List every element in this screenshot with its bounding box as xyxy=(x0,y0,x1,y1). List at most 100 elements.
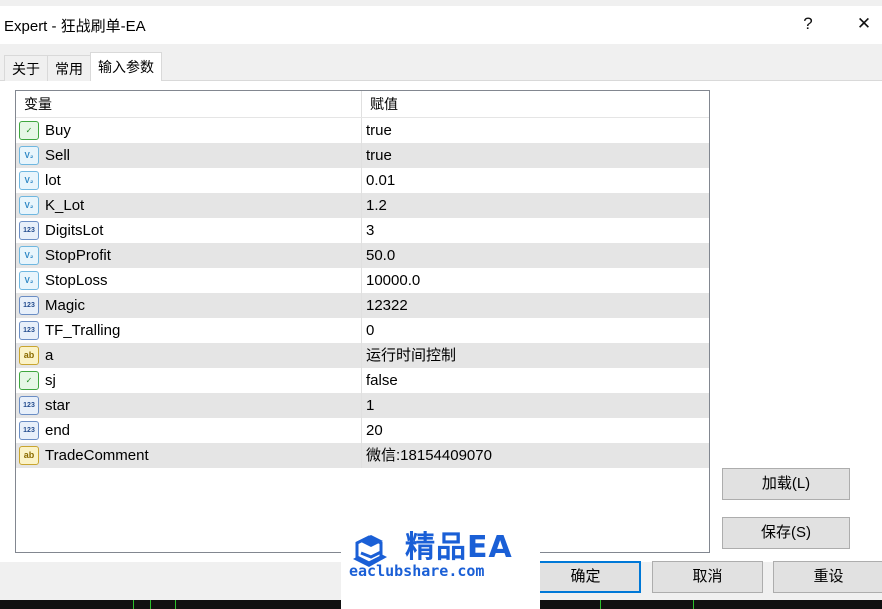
load-button[interactable]: 加载(L) xyxy=(722,468,850,500)
variable-name: TF_Tralling xyxy=(45,322,121,339)
watermark-url: eaclubshare.com xyxy=(349,562,485,580)
bool-icon: ✓ xyxy=(19,371,39,390)
value-cell[interactable]: 微信:18154409070 xyxy=(362,443,709,468)
table-row[interactable]: V₂ K_Lot 1.2 xyxy=(16,193,709,218)
tab-about[interactable]: 关于 xyxy=(4,55,48,81)
value-cell[interactable]: 10000.0 xyxy=(362,268,709,293)
table-row[interactable]: 123 Magic 12322 xyxy=(16,293,709,318)
table-row[interactable]: 123 TF_Tralling 0 xyxy=(16,318,709,343)
variable-cell: 123 DigitsLot xyxy=(16,218,362,243)
value-cell[interactable]: 0.01 xyxy=(362,168,709,193)
value-cell[interactable]: 0 xyxy=(362,318,709,343)
table-row[interactable]: V₂ lot 0.01 xyxy=(16,168,709,193)
table-row[interactable]: ✓ sj false xyxy=(16,368,709,393)
parameters-table: 变量 赋值 ✓ Buy true V₂ Sell true V₂ lot 0.01 V₂ K_Lot… xyxy=(15,90,710,553)
variable-name: star xyxy=(45,397,71,414)
column-header-value[interactable]: 赋值 xyxy=(362,91,709,117)
ok-button-label: 确定 xyxy=(570,568,601,585)
variable-name: lot xyxy=(45,172,61,189)
variable-cell: V₂ Sell xyxy=(16,143,362,168)
variable-cell: V₂ lot xyxy=(16,168,362,193)
title-bar: Expert - 狂战刷单-EA ? ✕ xyxy=(0,6,882,44)
variable-name: StopProfit xyxy=(45,247,111,264)
string-icon: ab xyxy=(19,346,39,365)
load-button-label: 加载(L) xyxy=(761,475,811,492)
reset-button-label: 重设 xyxy=(813,568,844,585)
double-icon: V₂ xyxy=(19,171,39,190)
variable-name: Buy xyxy=(45,122,71,139)
variable-cell: 123 end xyxy=(16,418,362,443)
value-cell[interactable]: true xyxy=(362,143,709,168)
int-icon: 123 xyxy=(19,296,39,315)
table-row[interactable]: V₂ StopLoss 10000.0 xyxy=(16,268,709,293)
variable-name: K_Lot xyxy=(45,197,85,214)
value-cell[interactable]: 20 xyxy=(362,418,709,443)
table-row[interactable]: V₂ Sell true xyxy=(16,143,709,168)
double-icon: V₂ xyxy=(19,271,39,290)
table-header: 变量 赋值 xyxy=(16,91,709,118)
variable-cell: V₂ StopLoss xyxy=(16,268,362,293)
variable-name: StopLoss xyxy=(45,272,108,289)
watermark: 精品EA eaclubshare.com xyxy=(341,517,540,609)
table-row[interactable]: 123 star 1 xyxy=(16,393,709,418)
variable-name: end xyxy=(45,422,71,439)
value-cell[interactable]: 1 xyxy=(362,393,709,418)
double-icon: V₂ xyxy=(19,246,39,265)
table-row[interactable]: 123 end 20 xyxy=(16,418,709,443)
ok-button[interactable]: 确定 xyxy=(530,561,641,593)
int-icon: 123 xyxy=(19,396,39,415)
cancel-button-label: 取消 xyxy=(692,568,723,585)
close-button[interactable]: ✕ xyxy=(852,12,876,36)
variable-name: Sell xyxy=(45,147,71,164)
chart-line xyxy=(693,600,694,609)
bool-icon: ✓ xyxy=(19,121,39,140)
variable-cell: V₂ K_Lot xyxy=(16,193,362,218)
chart-line xyxy=(150,600,151,609)
tab-inputs[interactable]: 输入参数 xyxy=(90,52,162,81)
chart-line xyxy=(133,600,134,609)
variable-cell: V₂ StopProfit xyxy=(16,243,362,268)
value-cell[interactable]: 运行时间控制 xyxy=(362,343,709,368)
variable-name: a xyxy=(45,347,54,364)
table-row[interactable]: V₂ StopProfit 50.0 xyxy=(16,243,709,268)
int-icon: 123 xyxy=(19,421,39,440)
variable-cell: ✓ Buy xyxy=(16,118,362,143)
variable-cell: 123 star xyxy=(16,393,362,418)
column-header-variable[interactable]: 变量 xyxy=(16,91,362,117)
table-row[interactable]: ab a 运行时间控制 xyxy=(16,343,709,368)
variable-name: TradeComment xyxy=(45,447,149,464)
chart-line xyxy=(175,600,176,609)
cancel-button[interactable]: 取消 xyxy=(652,561,763,593)
int-icon: 123 xyxy=(19,221,39,240)
help-button[interactable]: ? xyxy=(796,12,820,36)
table-row[interactable]: ✓ Buy true xyxy=(16,118,709,143)
value-cell[interactable]: 12322 xyxy=(362,293,709,318)
table-row[interactable]: 123 DigitsLot 3 xyxy=(16,218,709,243)
reset-button[interactable]: 重设 xyxy=(773,561,882,593)
save-button[interactable]: 保存(S) xyxy=(722,517,850,549)
tab-strip: 关于 常用 输入参数 xyxy=(4,52,162,81)
table-body: ✓ Buy true V₂ Sell true V₂ lot 0.01 V₂ K_Lot 1.2 123… xyxy=(16,118,709,468)
variable-cell: 123 TF_Tralling xyxy=(16,318,362,343)
value-cell[interactable]: false xyxy=(362,368,709,393)
double-icon: V₂ xyxy=(19,146,39,165)
save-button-label: 保存(S) xyxy=(761,524,811,541)
table-row[interactable]: ab TradeComment 微信:18154409070 xyxy=(16,443,709,468)
variable-cell: ✓ sj xyxy=(16,368,362,393)
value-cell[interactable]: 1.2 xyxy=(362,193,709,218)
variable-name: sj xyxy=(45,372,56,389)
variable-name: DigitsLot xyxy=(45,222,104,239)
tab-common[interactable]: 常用 xyxy=(47,55,91,81)
value-cell[interactable]: 3 xyxy=(362,218,709,243)
value-cell[interactable]: true xyxy=(362,118,709,143)
variable-cell: ab TradeComment xyxy=(16,443,362,468)
int-icon: 123 xyxy=(19,321,39,340)
chart-line xyxy=(600,600,601,609)
variable-name: Magic xyxy=(45,297,86,314)
window-title: Expert - 狂战刷单-EA xyxy=(4,18,146,35)
double-icon: V₂ xyxy=(19,196,39,215)
string-icon: ab xyxy=(19,446,39,465)
watermark-title: 精品EA xyxy=(405,530,513,565)
variable-cell: ab a xyxy=(16,343,362,368)
value-cell[interactable]: 50.0 xyxy=(362,243,709,268)
